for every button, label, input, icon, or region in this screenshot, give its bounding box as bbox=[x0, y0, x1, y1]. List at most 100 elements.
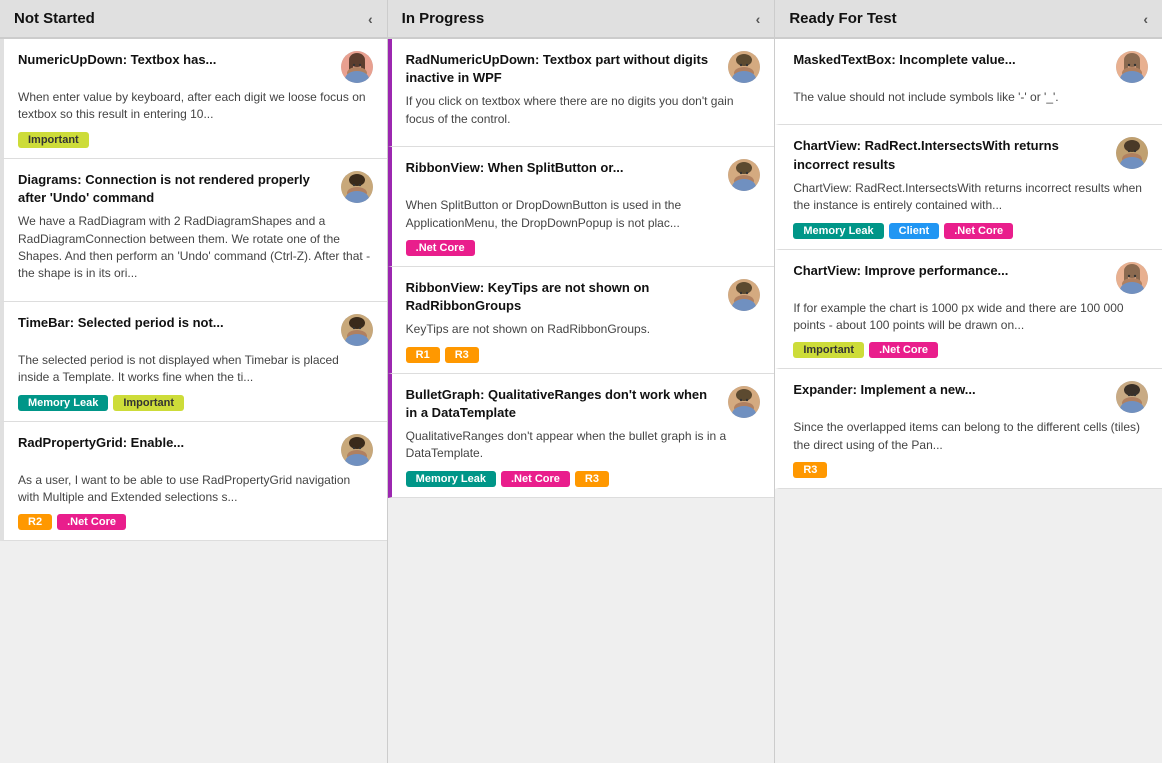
card-ns-4[interactable]: RadPropertyGrid: Enable... As a user, I … bbox=[0, 422, 387, 542]
card-title-ip-2: RibbonView: When SplitButton or... bbox=[406, 159, 721, 177]
card-top-ns-1: NumericUpDown: Textbox has... bbox=[18, 51, 373, 83]
card-top-ns-3: TimeBar: Selected period is not... bbox=[18, 314, 373, 346]
card-body-rft-4: Since the overlapped items can belong to… bbox=[793, 419, 1148, 454]
card-ip-2[interactable]: RibbonView: When SplitButton or... When … bbox=[388, 147, 775, 267]
card-tags-ns-4: R2 .Net Core bbox=[18, 514, 373, 530]
cards-list-not-started: NumericUpDown: Textbox has... When enter… bbox=[0, 39, 387, 541]
card-top-rft-1: MaskedTextBox: Incomplete value... bbox=[793, 51, 1148, 83]
column-title-in-progress: In Progress bbox=[402, 10, 485, 27]
tag-important-rft-3[interactable]: Important bbox=[793, 342, 864, 358]
card-tags-ns-1: Important bbox=[18, 132, 373, 148]
column-in-progress: In Progress ‹ RadNumericUpDown: Textbox pa… bbox=[388, 0, 776, 763]
card-title-ip-1: RadNumericUpDown: Textbox part without d… bbox=[406, 51, 721, 87]
card-top-ip-1: RadNumericUpDown: Textbox part without d… bbox=[406, 51, 761, 87]
card-title-ip-4: BulletGraph: QualitativeRanges don't wor… bbox=[406, 386, 721, 422]
card-body-ns-2: We have a RadDiagram with 2 RadDiagramSh… bbox=[18, 213, 373, 283]
tag-r3-rft-4[interactable]: R3 bbox=[793, 462, 827, 478]
tag-r1-ip-3[interactable]: R1 bbox=[406, 347, 440, 363]
card-title-rft-1: MaskedTextBox: Incomplete value... bbox=[793, 51, 1108, 69]
tag-memory-leak-ns-3[interactable]: Memory Leak bbox=[18, 395, 108, 411]
card-title-rft-2: ChartView: RadRect.IntersectsWith return… bbox=[793, 137, 1108, 173]
card-ip-3[interactable]: RibbonView: KeyTips are not shown on Rad… bbox=[388, 267, 775, 374]
card-avatar-rft-2 bbox=[1116, 137, 1148, 169]
card-top-rft-4: Expander: Implement a new... bbox=[793, 381, 1148, 413]
tag-client-rft-2[interactable]: Client bbox=[889, 223, 940, 239]
card-avatar-ip-1 bbox=[728, 51, 760, 83]
column-title-ready-for-test: Ready For Test bbox=[789, 10, 896, 27]
kanban-board: Not Started ‹ NumericUpDown: Textbox has..… bbox=[0, 0, 1162, 763]
tag-r3-ip-4[interactable]: R3 bbox=[575, 471, 609, 487]
tag-memory-leak-rft-2[interactable]: Memory Leak bbox=[793, 223, 883, 239]
card-top-ns-4: RadPropertyGrid: Enable... bbox=[18, 434, 373, 466]
card-title-ip-3: RibbonView: KeyTips are not shown on Rad… bbox=[406, 279, 721, 315]
card-body-rft-1: The value should not include symbols lik… bbox=[793, 89, 1148, 106]
card-title-rft-3: ChartView: Improve performance... bbox=[793, 262, 1108, 280]
card-avatar-rft-4 bbox=[1116, 381, 1148, 413]
card-title-ns-4: RadPropertyGrid: Enable... bbox=[18, 434, 333, 452]
card-body-ns-4: As a user, I want to be able to use RadP… bbox=[18, 472, 373, 507]
column-chevron-not-started[interactable]: ‹ bbox=[368, 11, 373, 27]
card-title-ns-1: NumericUpDown: Textbox has... bbox=[18, 51, 333, 69]
card-tags-ip-2: .Net Core bbox=[406, 240, 761, 256]
tag-dotnet-core-ns-4[interactable]: .Net Core bbox=[57, 514, 126, 530]
card-body-rft-2: ChartView: RadRect.IntersectsWith return… bbox=[793, 180, 1148, 215]
card-tags-rft-2: Memory Leak Client.Net Core bbox=[793, 223, 1148, 239]
card-avatar-ip-4 bbox=[728, 386, 760, 418]
card-avatar-ns-4 bbox=[341, 434, 373, 466]
card-body-rft-3: If for example the chart is 1000 px wide… bbox=[793, 300, 1148, 335]
card-tags-ip-3: R1 R3 bbox=[406, 347, 761, 363]
tag-important-ns-1[interactable]: Important bbox=[18, 132, 89, 148]
tag-dotnet-core-rft-2[interactable]: .Net Core bbox=[944, 223, 1013, 239]
column-not-started: Not Started ‹ NumericUpDown: Textbox has..… bbox=[0, 0, 388, 763]
card-rft-3[interactable]: ChartView: Improve performance... If for… bbox=[775, 250, 1162, 370]
card-ns-3[interactable]: TimeBar: Selected period is not... The s… bbox=[0, 302, 387, 422]
card-avatar-rft-1 bbox=[1116, 51, 1148, 83]
card-tags-rft-3: Important .Net Core bbox=[793, 342, 1148, 358]
cards-list-ready-for-test: MaskedTextBox: Incomplete value... The v… bbox=[775, 39, 1162, 489]
card-rft-2[interactable]: ChartView: RadRect.IntersectsWith return… bbox=[775, 125, 1162, 249]
tag-dotnet-core-ip-4[interactable]: .Net Core bbox=[501, 471, 570, 487]
tag-dotnet-core-rft-3[interactable]: .Net Core bbox=[869, 342, 938, 358]
card-avatar-ns-2 bbox=[341, 171, 373, 203]
column-header-ready-for-test: Ready For Test ‹ bbox=[775, 0, 1162, 39]
tag-r2-ns-4[interactable]: R2 bbox=[18, 514, 52, 530]
card-ns-1[interactable]: NumericUpDown: Textbox has... When enter… bbox=[0, 39, 387, 159]
tag-r3-ip-3[interactable]: R3 bbox=[445, 347, 479, 363]
card-title-rft-4: Expander: Implement a new... bbox=[793, 381, 1108, 399]
card-title-ns-2: Diagrams: Connection is not rendered pro… bbox=[18, 171, 333, 207]
card-avatar-ns-3 bbox=[341, 314, 373, 346]
card-body-ip-3: KeyTips are not shown on RadRibbonGroups… bbox=[406, 321, 761, 338]
card-ns-2[interactable]: Diagrams: Connection is not rendered pro… bbox=[0, 159, 387, 302]
tag-memory-leak-ip-4[interactable]: Memory Leak bbox=[406, 471, 496, 487]
card-ip-4[interactable]: BulletGraph: QualitativeRanges don't wor… bbox=[388, 374, 775, 498]
tag-dotnet-core-ip-2[interactable]: .Net Core bbox=[406, 240, 475, 256]
card-body-ns-1: When enter value by keyboard, after each… bbox=[18, 89, 373, 124]
card-avatar-ip-2 bbox=[728, 159, 760, 191]
card-top-ip-4: BulletGraph: QualitativeRanges don't wor… bbox=[406, 386, 761, 422]
card-ip-1[interactable]: RadNumericUpDown: Textbox part without d… bbox=[388, 39, 775, 147]
card-title-ns-3: TimeBar: Selected period is not... bbox=[18, 314, 333, 332]
cards-list-in-progress: RadNumericUpDown: Textbox part without d… bbox=[388, 39, 775, 498]
tag-important-ns-3[interactable]: Important bbox=[113, 395, 184, 411]
card-avatar-rft-3 bbox=[1116, 262, 1148, 294]
column-chevron-in-progress[interactable]: ‹ bbox=[756, 11, 761, 27]
card-body-ip-1: If you click on textbox where there are … bbox=[406, 93, 761, 128]
card-rft-1[interactable]: MaskedTextBox: Incomplete value... The v… bbox=[775, 39, 1162, 125]
column-chevron-ready-for-test[interactable]: ‹ bbox=[1143, 11, 1148, 27]
column-ready-for-test: Ready For Test ‹ MaskedTextBox: Incomplete… bbox=[775, 0, 1162, 763]
card-avatar-ns-1 bbox=[341, 51, 373, 83]
card-body-ns-3: The selected period is not displayed whe… bbox=[18, 352, 373, 387]
card-tags-ns-3: Memory Leak Important bbox=[18, 395, 373, 411]
card-top-ip-3: RibbonView: KeyTips are not shown on Rad… bbox=[406, 279, 761, 315]
column-title-not-started: Not Started bbox=[14, 10, 95, 27]
card-top-rft-3: ChartView: Improve performance... bbox=[793, 262, 1148, 294]
card-body-ip-4: QualitativeRanges don't appear when the … bbox=[406, 428, 761, 463]
card-top-rft-2: ChartView: RadRect.IntersectsWith return… bbox=[793, 137, 1148, 173]
card-body-ip-2: When SplitButton or DropDownButton is us… bbox=[406, 197, 761, 232]
card-top-ip-2: RibbonView: When SplitButton or... bbox=[406, 159, 761, 191]
column-header-not-started: Not Started ‹ bbox=[0, 0, 387, 39]
card-rft-4[interactable]: Expander: Implement a new... Since the o… bbox=[775, 369, 1162, 489]
card-tags-ip-4: Memory Leak .Net Core R3 bbox=[406, 471, 761, 487]
card-avatar-ip-3 bbox=[728, 279, 760, 311]
card-top-ns-2: Diagrams: Connection is not rendered pro… bbox=[18, 171, 373, 207]
